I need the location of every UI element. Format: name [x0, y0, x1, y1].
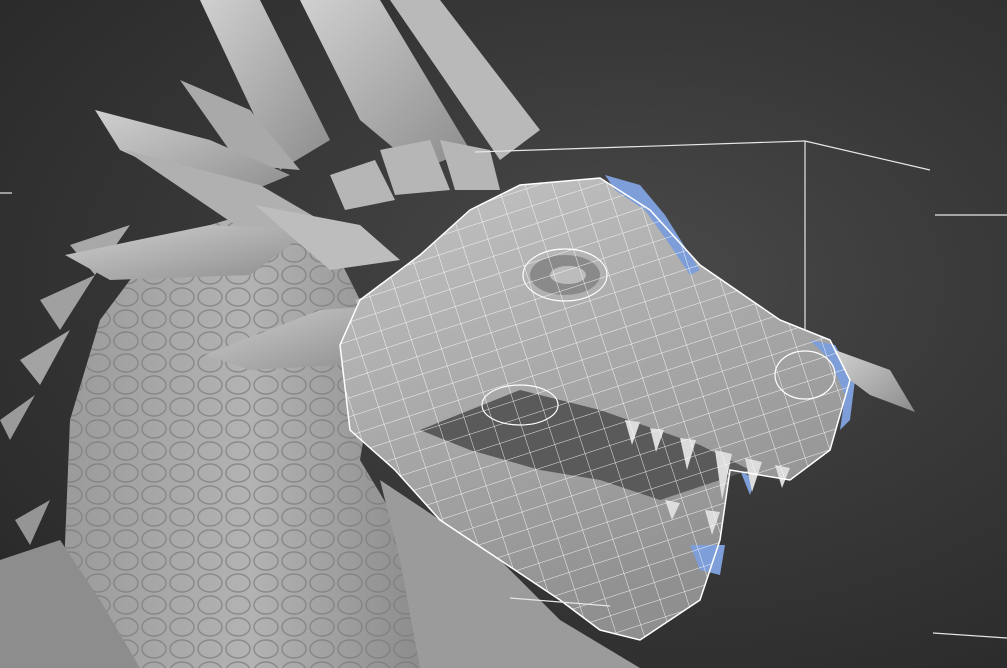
brow-ridge — [330, 140, 500, 210]
scene-canvas[interactable] — [0, 0, 1007, 668]
3d-viewport[interactable] — [0, 0, 1007, 668]
